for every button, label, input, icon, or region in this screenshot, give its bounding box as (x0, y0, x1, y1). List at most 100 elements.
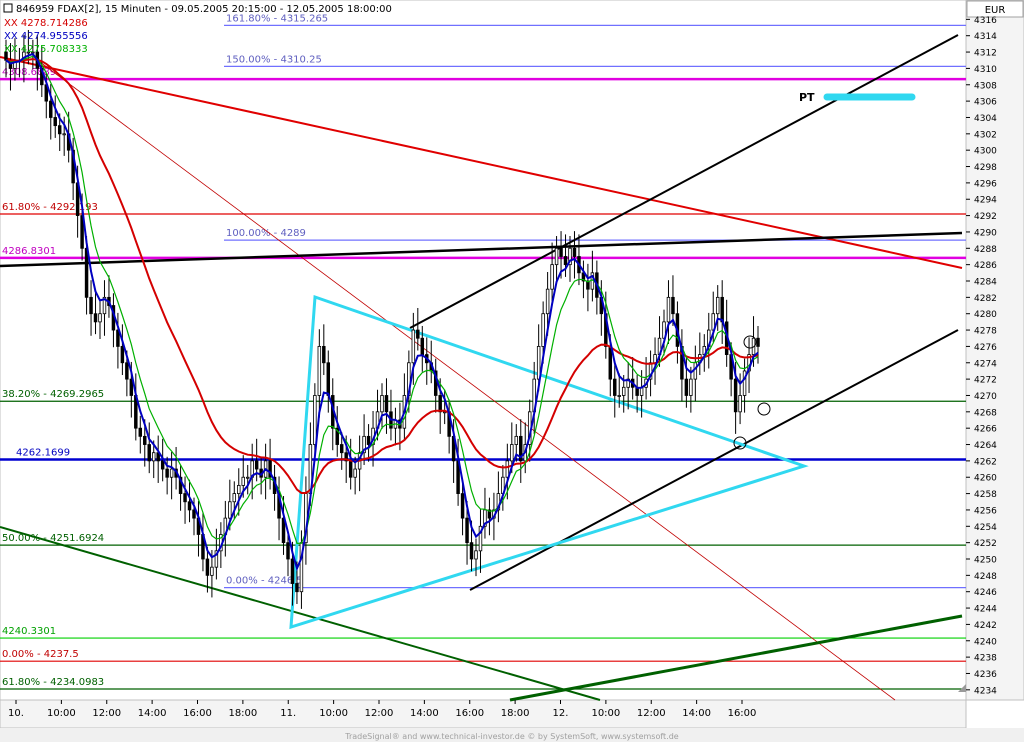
candle (380, 395, 384, 413)
candle (290, 558, 295, 584)
y-tick-label: 4286 (974, 261, 997, 271)
y-tick-label: 4262 (974, 457, 997, 467)
candle (348, 460, 353, 478)
candle (120, 346, 125, 364)
candle (469, 542, 474, 560)
candle (169, 468, 174, 478)
candle (138, 427, 143, 437)
x-tick-label: 12:00 (92, 708, 121, 719)
candle (62, 133, 66, 136)
candle (57, 125, 62, 135)
header-icon (3, 3, 13, 13)
y-tick-label: 4296 (974, 179, 997, 189)
candle (241, 476, 245, 486)
y-tick-label: 4298 (974, 163, 997, 173)
y-tick-label: 4294 (974, 196, 997, 206)
candle (326, 362, 331, 396)
y-tick-label: 4304 (974, 114, 997, 124)
candle (738, 395, 742, 413)
y-tick-label: 4282 (974, 294, 997, 304)
x-tick-label: 16:00 (455, 708, 484, 719)
candle (621, 386, 626, 396)
y-tick-label: 4280 (974, 310, 997, 320)
y-tick-label: 4308 (974, 81, 997, 91)
candle (245, 476, 250, 479)
candle (89, 296, 93, 315)
chart-title: 846959 FDAX[2], 15 Minuten - 09.05.2005 … (16, 4, 392, 15)
candle (541, 313, 545, 347)
x-tick-label: 16:00 (183, 708, 212, 719)
candle (510, 444, 514, 462)
candle (98, 313, 102, 323)
candle (143, 435, 147, 445)
y-tick-label: 4300 (974, 147, 997, 157)
candle (438, 395, 442, 413)
pt-label: PT (799, 91, 815, 104)
candle (125, 362, 129, 380)
y-tick-label: 4258 (974, 490, 997, 500)
candle (684, 378, 689, 396)
candle (514, 435, 519, 445)
candle (465, 517, 469, 544)
candle (205, 558, 210, 576)
level-label: 4262.1699 (16, 447, 70, 458)
currency-label: EUR (985, 5, 1006, 16)
candle (151, 452, 156, 462)
y-tick-label: 4278 (974, 327, 997, 337)
level-label: 4240.3301 (2, 626, 56, 637)
candle (353, 468, 357, 478)
level-label: 61.80% - 4234.0983 (2, 677, 104, 688)
x-tick-label: 10:00 (591, 708, 620, 719)
y-tick-label: 4234 (974, 686, 997, 696)
x-tick-label: 16:00 (728, 708, 757, 719)
x-tick-label: 10:00 (319, 708, 348, 719)
y-tick-label: 4246 (974, 588, 997, 598)
candle (232, 493, 237, 503)
y-tick-label: 4248 (974, 572, 997, 582)
footer-credit: TradeSignal® and www.technical-investor.… (344, 732, 679, 741)
candle (384, 395, 389, 413)
price-chart: EUR TradeSignal® and www.technical-inves… (0, 0, 1024, 742)
y-tick-label: 4292 (974, 212, 997, 222)
level-label: 150.00% - 4310.25 (226, 54, 322, 65)
candle (295, 583, 299, 593)
x-tick-label: 18:00 (228, 708, 257, 719)
candle (460, 493, 465, 519)
candle (339, 444, 344, 454)
y-tick-label: 4236 (974, 670, 997, 680)
y-tick-label: 4250 (974, 556, 997, 566)
x-tick-label: 14:00 (138, 708, 167, 719)
x-tick-label: 12:00 (365, 708, 394, 719)
candle (608, 346, 613, 380)
x-tick-label: 11. (280, 708, 296, 719)
candle (554, 247, 559, 266)
level-label: 100.00% - 4289 (226, 228, 306, 239)
candle (733, 378, 738, 413)
y-tick-label: 4256 (974, 506, 997, 516)
candle (237, 485, 241, 494)
candle (147, 444, 151, 462)
y-tick-label: 4288 (974, 245, 997, 255)
y-tick-label: 4266 (974, 425, 997, 435)
candle (420, 337, 425, 355)
candle (160, 460, 165, 470)
candle (411, 329, 416, 364)
candle (693, 362, 698, 380)
level-label: 161.80% - 4315.265 (226, 13, 328, 24)
y-tick-label: 4244 (974, 605, 997, 615)
y-tick-label: 4284 (974, 278, 997, 288)
candle (563, 256, 568, 266)
x-tick-label: 18:00 (501, 708, 530, 719)
candle (192, 509, 196, 519)
y-tick-label: 4274 (974, 359, 997, 369)
y-tick-label: 4268 (974, 408, 997, 418)
indicator-value-green: XX 4275.708333 (4, 44, 88, 55)
y-tick-label: 4316 (974, 16, 997, 26)
y-tick-label: 4270 (974, 392, 997, 402)
indicator-value-blue: XX 4274.955556 (4, 31, 88, 42)
y-tick-label: 4240 (974, 637, 997, 647)
candle (183, 493, 187, 503)
candle (474, 550, 478, 560)
candle (93, 313, 98, 323)
candle (653, 354, 657, 364)
